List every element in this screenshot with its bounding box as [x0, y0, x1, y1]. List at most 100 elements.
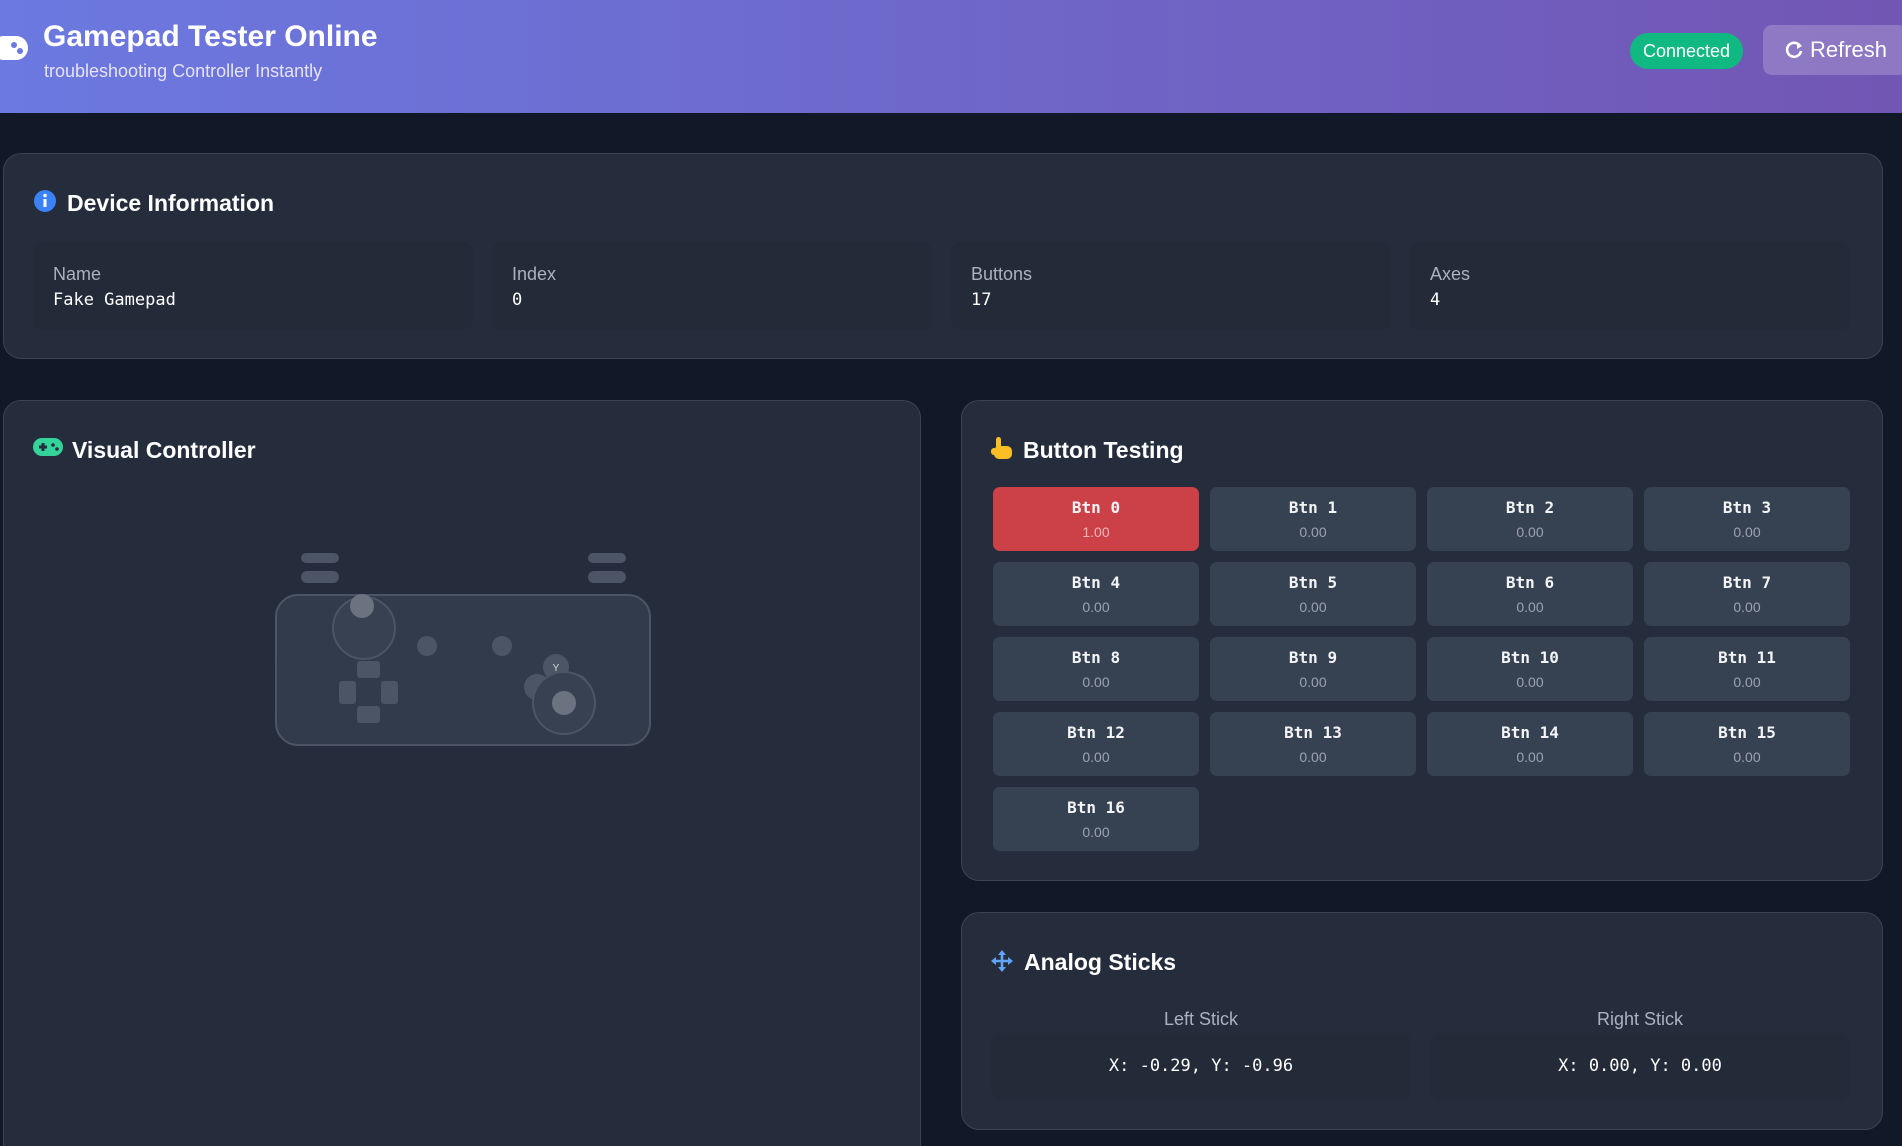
app-subtitle: troubleshooting Controller Instantly: [44, 61, 323, 81]
button-testing-panel: Button Testing Btn 0 1.00 Btn 1 0.00 Btn 2 0.…: [961, 400, 1883, 881]
gamepad-button-value: 0.00: [1516, 599, 1544, 615]
left-stick-label: Left Stick: [1163, 1009, 1239, 1029]
device-axes-label: Axes: [1430, 264, 1471, 284]
dpad-right: [381, 681, 398, 704]
gamepad-button-tile[interactable]: Btn 6 0.00: [1427, 562, 1633, 626]
connection-status-badge: Connected: [1630, 33, 1743, 69]
gamepad-button-value: 0.00: [1082, 599, 1110, 615]
device-index-label: Index: [512, 264, 557, 284]
gamepad-button-tile[interactable]: Btn 13 0.00: [1210, 712, 1416, 776]
device-buttons-card: Buttons 17: [951, 242, 1391, 330]
visual-controller-title: Visual Controller: [72, 437, 256, 463]
gamepad-button-value: 0.00: [1082, 824, 1110, 840]
refresh-button-label: Refresh: [1810, 37, 1888, 62]
gamepad-button-tile[interactable]: Btn 4 0.00: [993, 562, 1199, 626]
right-stick-label: Right Stick: [1596, 1009, 1684, 1029]
gamepad-button-value: 0.00: [1733, 674, 1761, 690]
gamepad-button-tile[interactable]: Btn 0 1.00: [993, 487, 1199, 551]
gamepad-icon: [33, 438, 63, 456]
device-name-value: Fake Gamepad: [53, 290, 176, 310]
gamepad-button-value: 0.00: [1733, 524, 1761, 540]
select-button: [417, 636, 437, 656]
gamepad-button-tile[interactable]: Btn 5 0.00: [1210, 562, 1416, 626]
pointing-hand-icon: [991, 437, 1012, 459]
gamepad-button-name: Btn 4: [1071, 573, 1121, 592]
gamepad-button-tile[interactable]: Btn 11 0.00: [1644, 637, 1850, 701]
dpad-down: [357, 706, 380, 723]
gamepad-button-value: 0.00: [1299, 524, 1327, 540]
gamepad-button-name: Btn 16: [1067, 798, 1125, 817]
gamepad-button-tile[interactable]: Btn 15 0.00: [1644, 712, 1850, 776]
gamepad-button-name: Btn 8: [1071, 648, 1121, 667]
refresh-button[interactable]: Refresh: [1763, 25, 1902, 75]
gamepad-button-tile[interactable]: Btn 8 0.00: [993, 637, 1199, 701]
gamepad-button-value: 1.00: [1082, 524, 1110, 540]
gamepad-button-value: 0.00: [1516, 749, 1544, 765]
gamepad-button-value: 0.00: [1299, 599, 1327, 615]
device-index-card: Index 0: [492, 242, 932, 330]
gamepad-button-value: 0.00: [1299, 674, 1327, 690]
gamepad-button-name: Btn 2: [1505, 498, 1555, 517]
device-index-value: 0: [512, 290, 523, 310]
gamepad-button-tile[interactable]: Btn 10 0.00: [1427, 637, 1633, 701]
gamepad-button-value: 0.00: [1082, 749, 1110, 765]
controller-diagram: Y: [275, 553, 651, 746]
gamepad-button-value: 0.00: [1082, 674, 1110, 690]
gamepad-button-name: Btn 13: [1284, 723, 1342, 742]
gamepad-button-name: Btn 12: [1067, 723, 1125, 742]
gamepad-button-value: 0.00: [1733, 599, 1761, 615]
left-stick-readout: X: -0.29, Y: -0.96: [991, 1033, 1411, 1099]
gamepad-button-name: Btn 5: [1288, 573, 1338, 592]
app-title: Gamepad Tester Online: [43, 20, 378, 53]
analog-sticks-panel: Analog Sticks Left Stick X: -0.29, Y: -0…: [961, 912, 1883, 1130]
gamepad-button-name: Btn 6: [1505, 573, 1555, 592]
device-name-card: Name Fake Gamepad: [33, 242, 473, 330]
device-buttons-label: Buttons: [971, 264, 1033, 284]
gamepad-button-tile[interactable]: Btn 14 0.00: [1427, 712, 1633, 776]
device-name-label: Name: [53, 264, 102, 284]
right-stick-readout: X: 0.00, Y: 0.00: [1430, 1033, 1850, 1099]
gamepad-button-tile[interactable]: Btn 3 0.00: [1644, 487, 1850, 551]
info-circle-icon: [34, 190, 56, 212]
gamepad-button-name: Btn 10: [1501, 648, 1559, 667]
gamepad-button-value: 0.00: [1733, 749, 1761, 765]
gamepad-button-tile[interactable]: Btn 16 0.00: [993, 787, 1199, 851]
visual-controller-panel: Visual Controller Y: [3, 400, 921, 1146]
left-stick-knob: [350, 594, 374, 618]
refresh-icon: [1785, 41, 1803, 59]
gamepad-button-tile[interactable]: Btn 12 0.00: [993, 712, 1199, 776]
gamepad-button-name: Btn 7: [1722, 573, 1772, 592]
gamepad-button-name: Btn 11: [1718, 648, 1776, 667]
controller-body: [275, 594, 651, 746]
gamepad-button-name: Btn 14: [1501, 723, 1559, 742]
dpad-up: [357, 661, 380, 678]
device-axes-card: Axes 4: [1410, 242, 1850, 330]
device-buttons-value: 17: [971, 290, 992, 310]
left-bumper: [301, 553, 339, 563]
gamepad-logo-icon: [0, 36, 28, 60]
gamepad-button-name: Btn 15: [1718, 723, 1776, 742]
gamepad-button-name: Btn 1: [1288, 498, 1338, 517]
right-bumper: [588, 553, 626, 563]
gamepad-button-tile[interactable]: Btn 7 0.00: [1644, 562, 1850, 626]
gamepad-button-value: 0.00: [1516, 524, 1544, 540]
gamepad-button-value: 0.00: [1299, 749, 1327, 765]
gamepad-button-tile[interactable]: Btn 2 0.00: [1427, 487, 1633, 551]
right-trigger: [588, 571, 626, 583]
arrows-move-icon: [991, 950, 1013, 972]
gamepad-button-tile[interactable]: Btn 9 0.00: [1210, 637, 1416, 701]
button-testing-title: Button Testing: [1023, 437, 1184, 463]
gamepad-button-name: Btn 9: [1288, 648, 1338, 667]
right-stick-knob: [552, 691, 576, 715]
start-button: [492, 636, 512, 656]
gamepad-button-tile[interactable]: Btn 1 0.00: [1210, 487, 1416, 551]
device-axes-value: 4: [1430, 290, 1441, 310]
analog-sticks-title: Analog Sticks: [1024, 949, 1177, 975]
device-information-panel: Device Information Name Fake Gamepad Ind…: [3, 153, 1883, 359]
device-information-title: Device Information: [67, 190, 275, 216]
dpad-left: [339, 681, 356, 704]
left-trigger: [301, 571, 339, 583]
gamepad-button-name: Btn 0: [1071, 498, 1121, 517]
gamepad-button-name: Btn 3: [1722, 498, 1772, 517]
app-header: Gamepad Tester Online troubleshooting Co…: [0, 0, 1902, 113]
